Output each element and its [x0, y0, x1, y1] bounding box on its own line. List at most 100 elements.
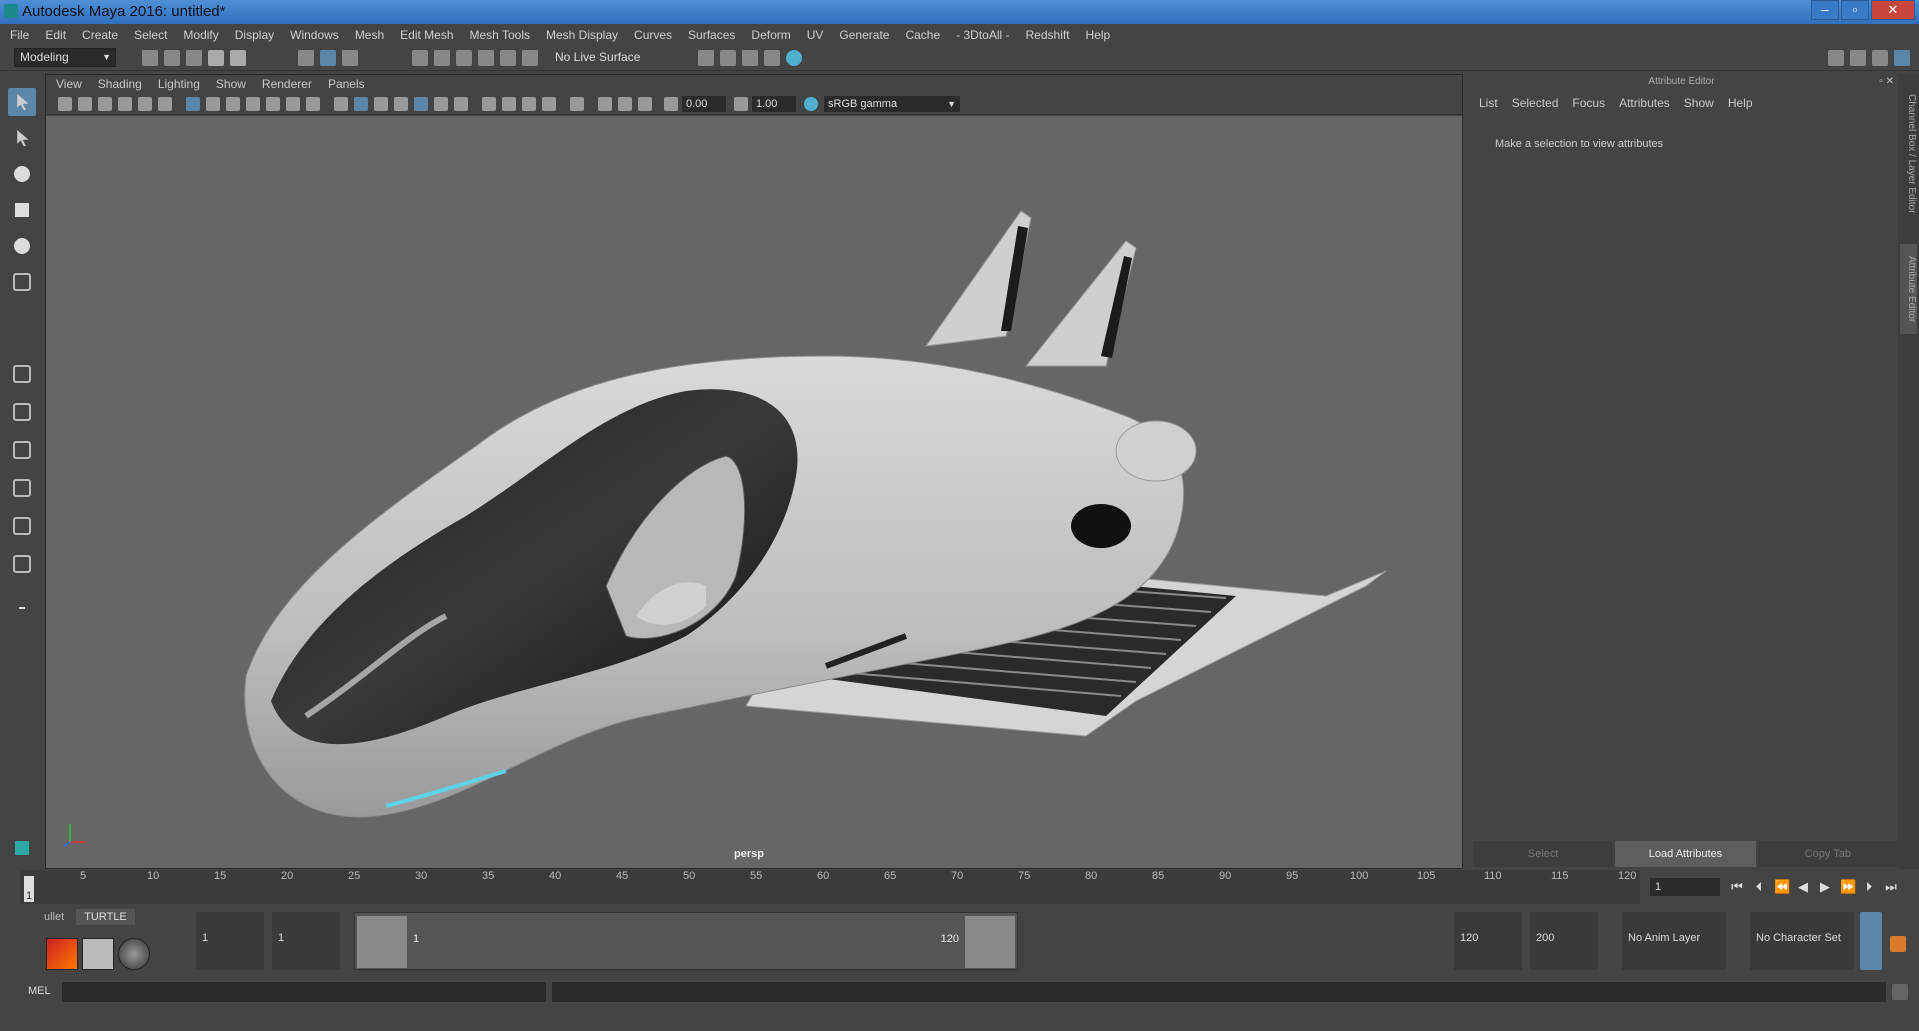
textured-icon[interactable]	[414, 97, 428, 111]
default-material-icon[interactable]	[374, 97, 388, 111]
motion-blur-icon[interactable]	[502, 97, 516, 111]
resolution-gate-icon[interactable]	[226, 97, 240, 111]
maximize-button[interactable]: ▫	[1841, 0, 1869, 20]
layout-hypershade-button[interactable]	[8, 550, 36, 578]
menu-help[interactable]: Help	[1086, 28, 1111, 42]
animation-start-field[interactable]: 1	[196, 912, 264, 970]
open-scene-icon[interactable]	[164, 50, 180, 66]
screen-space-ao-icon[interactable]	[482, 97, 496, 111]
turtle-render-icon[interactable]	[46, 938, 78, 970]
select-tool-button[interactable]	[8, 88, 36, 116]
modeling-toolkit-icon[interactable]	[1828, 50, 1844, 66]
scale-tool-button[interactable]	[8, 268, 36, 296]
turtle-sphere-icon[interactable]	[118, 938, 150, 970]
render-frame-icon[interactable]	[720, 50, 736, 66]
character-set-dropdown[interactable]: No Character Set	[1750, 912, 1854, 970]
bookmark-icon[interactable]	[98, 97, 112, 111]
menu-3dtoall[interactable]: - 3DtoAll -	[956, 28, 1009, 42]
spaceship-model[interactable]	[46, 116, 1462, 868]
two-d-pan-zoom-icon[interactable]	[138, 97, 152, 111]
menu-file[interactable]: File	[10, 28, 29, 42]
step-forward-frame-icon[interactable]: ⏵	[1862, 880, 1876, 894]
menu-set-dropdown[interactable]: Modeling ▼	[14, 48, 116, 67]
layout-graph-button[interactable]	[8, 512, 36, 540]
menu-edit-mesh[interactable]: Edit Mesh	[400, 28, 453, 42]
view-transform-dropdown[interactable]: sRGB gamma ▼	[824, 96, 960, 112]
snap-view-plane-icon[interactable]	[500, 50, 516, 66]
render-view-icon[interactable]	[764, 50, 780, 66]
viewport-menu-shading[interactable]: Shading	[98, 77, 142, 91]
go-to-end-icon[interactable]: ⏭	[1884, 880, 1898, 894]
menu-cache[interactable]: Cache	[905, 28, 940, 42]
close-button[interactable]: ✕	[1871, 0, 1915, 20]
menu-select[interactable]: Select	[134, 28, 167, 42]
command-language-label[interactable]: MEL	[28, 985, 51, 997]
play-forwards-icon[interactable]: ▶	[1818, 880, 1832, 894]
make-live-icon[interactable]	[522, 50, 538, 66]
menu-create[interactable]: Create	[82, 28, 118, 42]
move-tool-button[interactable]	[8, 196, 36, 224]
layout-four-pane-button[interactable]	[8, 398, 36, 426]
xray-active-icon[interactable]	[618, 97, 632, 111]
menu-surfaces[interactable]: Surfaces	[688, 28, 735, 42]
new-scene-icon[interactable]	[142, 50, 158, 66]
animation-end-field[interactable]: 200	[1530, 912, 1598, 970]
minimize-button[interactable]: –	[1811, 0, 1839, 20]
viewport-menu-show[interactable]: Show	[216, 77, 246, 91]
play-backwards-icon[interactable]: ◀	[1796, 880, 1810, 894]
paint-select-tool-button[interactable]	[8, 160, 36, 188]
script-editor-icon[interactable]	[1892, 984, 1908, 1000]
viewport-menu-renderer[interactable]: Renderer	[262, 77, 312, 91]
menu-generate[interactable]: Generate	[839, 28, 889, 42]
shelf-tab-turtle[interactable]: TURTLE	[76, 909, 135, 925]
attribute-editor-toggle-icon[interactable]	[1850, 50, 1866, 66]
animation-preferences-icon[interactable]	[1890, 936, 1906, 952]
go-to-start-icon[interactable]: ⏮	[1730, 880, 1744, 894]
menu-uv[interactable]: UV	[807, 28, 824, 42]
current-frame-field[interactable]: 1	[1650, 878, 1720, 896]
color-management-icon[interactable]	[804, 97, 818, 111]
select-by-hierarchy-icon[interactable]	[298, 50, 314, 66]
snap-curve-icon[interactable]	[434, 50, 450, 66]
menu-display[interactable]: Display	[235, 28, 274, 42]
select-button[interactable]: Select	[1473, 841, 1614, 867]
viewport-menu-panels[interactable]: Panels	[328, 77, 365, 91]
playback-start-field[interactable]: 1	[272, 912, 340, 970]
range-slider[interactable]: 1 120	[354, 912, 1018, 970]
grease-pencil-icon[interactable]	[158, 97, 172, 111]
wireframe-icon[interactable]	[334, 97, 348, 111]
gamma-field[interactable]: 1.00	[752, 96, 796, 112]
snap-point-icon[interactable]	[456, 50, 472, 66]
turtle-bake-icon[interactable]	[82, 938, 114, 970]
menu-edit[interactable]: Edit	[45, 28, 66, 42]
playback-end-field[interactable]: 120	[1454, 912, 1522, 970]
auto-key-icon[interactable]	[1860, 912, 1882, 970]
exposure-field[interactable]: 0.00	[682, 96, 726, 112]
panel-float-close-icons[interactable]: ▫ ✕	[1879, 76, 1894, 87]
layout-outliner-button[interactable]	[8, 474, 36, 502]
channel-box-icon[interactable]	[1894, 50, 1910, 66]
attr-menu-selected[interactable]: Selected	[1512, 96, 1559, 110]
anim-layer-dropdown[interactable]: No Anim Layer	[1622, 912, 1726, 970]
xray-joints-icon[interactable]	[638, 97, 652, 111]
image-plane-icon[interactable]	[118, 97, 132, 111]
viewport-canvas[interactable]: persp	[46, 116, 1462, 868]
exposure-icon[interactable]	[664, 97, 678, 111]
isolate-select-icon[interactable]	[570, 97, 584, 111]
command-input[interactable]	[62, 982, 546, 1002]
save-scene-icon[interactable]	[186, 50, 202, 66]
gamma-icon[interactable]	[734, 97, 748, 111]
step-forward-key-icon[interactable]: ⏩	[1840, 880, 1856, 894]
menu-deform[interactable]: Deform	[751, 28, 790, 42]
range-end-handle[interactable]	[965, 916, 1015, 968]
safe-title-icon[interactable]	[306, 97, 320, 111]
menu-modify[interactable]: Modify	[183, 28, 218, 42]
layout-single-pane-button[interactable]	[8, 360, 36, 388]
ipr-render-icon[interactable]	[742, 50, 758, 66]
menu-windows[interactable]: Windows	[290, 28, 339, 42]
use-all-lights-icon[interactable]	[434, 97, 448, 111]
menu-mesh[interactable]: Mesh	[355, 28, 384, 42]
range-start-handle[interactable]	[357, 916, 407, 968]
menu-mesh-display[interactable]: Mesh Display	[546, 28, 618, 42]
time-slider[interactable]: 1 5 10 15 20 25 30 35 40 45 50 55 60 65 …	[20, 870, 1640, 904]
